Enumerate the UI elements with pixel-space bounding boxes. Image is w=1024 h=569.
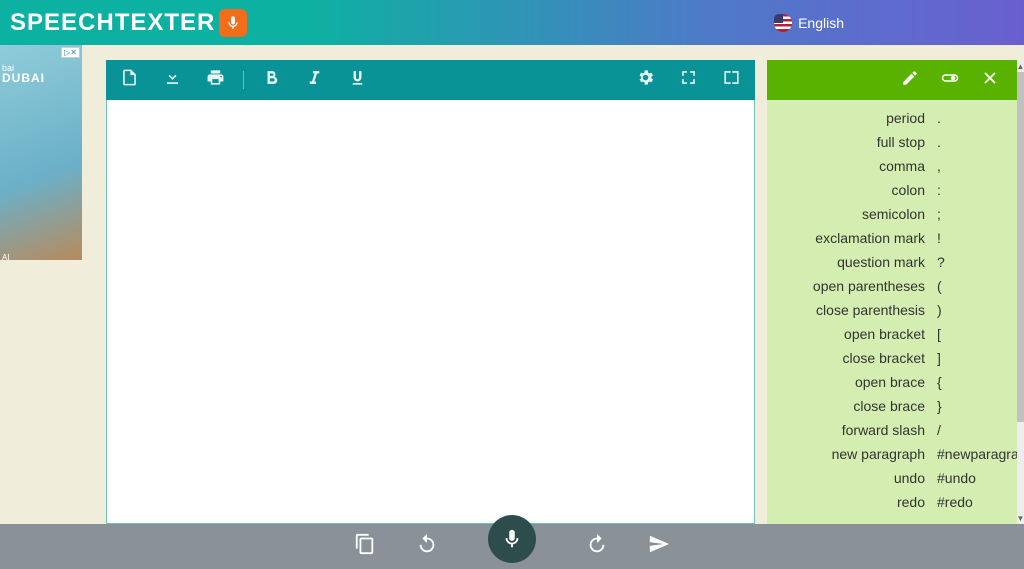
- command-row: open bracket[: [773, 322, 1011, 346]
- print-icon[interactable]: [206, 68, 225, 92]
- reader-icon[interactable]: [722, 68, 741, 92]
- command-value: .: [931, 134, 1011, 150]
- command-row: new paragraph#newparagraph: [773, 442, 1011, 466]
- bold-icon[interactable]: [262, 68, 281, 92]
- command-name: close brace: [773, 398, 931, 414]
- command-row: undo#undo: [773, 466, 1011, 490]
- command-name: semicolon: [773, 206, 931, 222]
- command-row: question mark?: [773, 250, 1011, 274]
- command-value: .: [931, 110, 1011, 126]
- flag-icon: [774, 14, 792, 32]
- command-row: full stop.: [773, 130, 1011, 154]
- command-name: close bracket: [773, 350, 931, 366]
- command-row: colon:: [773, 178, 1011, 202]
- command-value: {: [931, 374, 1011, 390]
- command-name: close parenthesis: [773, 302, 931, 318]
- app-name: SPEECHTEXTER: [10, 9, 215, 37]
- toolbar-separator: [243, 71, 244, 89]
- command-name: forward slash: [773, 422, 931, 438]
- command-name: full stop: [773, 134, 931, 150]
- command-value: #undo: [931, 470, 1011, 486]
- command-name: open brace: [773, 374, 931, 390]
- language-selector[interactable]: English: [774, 14, 844, 32]
- underline-icon[interactable]: [348, 68, 367, 92]
- command-value: ;: [931, 206, 1011, 222]
- send-icon[interactable]: [648, 533, 670, 560]
- command-value: (: [931, 278, 1011, 294]
- record-button[interactable]: [488, 515, 536, 563]
- fullscreen-icon[interactable]: [679, 68, 698, 92]
- language-label: English: [798, 15, 844, 31]
- command-value: [: [931, 326, 1011, 342]
- command-row: comma,: [773, 154, 1011, 178]
- edit-icon[interactable]: [901, 69, 919, 92]
- redo-icon[interactable]: [586, 533, 608, 560]
- app-logo: SPEECHTEXTER: [10, 9, 247, 37]
- scroll-thumb[interactable]: [1017, 72, 1024, 422]
- command-row: semicolon;: [773, 202, 1011, 226]
- scroll-down-icon[interactable]: ▼: [1017, 512, 1024, 524]
- close-icon[interactable]: [981, 69, 999, 92]
- scroll-up-icon[interactable]: ▲: [1017, 60, 1024, 72]
- ad-corner: AI: [2, 253, 10, 262]
- command-row: close parenthesis): [773, 298, 1011, 322]
- command-value: #redo: [931, 494, 1011, 510]
- sidebar-toolbar: [767, 60, 1017, 100]
- logo-mic-icon: [219, 9, 247, 37]
- command-name: open parentheses: [773, 278, 931, 294]
- mic-icon: [501, 528, 523, 550]
- command-name: new paragraph: [773, 446, 931, 462]
- command-value: ): [931, 302, 1011, 318]
- command-value: /: [931, 422, 1011, 438]
- footer-bar: [0, 524, 1024, 569]
- command-row: close brace}: [773, 394, 1011, 418]
- command-value: ?: [931, 254, 1011, 270]
- toggle-icon[interactable]: [941, 69, 959, 92]
- command-row: close bracket]: [773, 346, 1011, 370]
- command-value: :: [931, 182, 1011, 198]
- italic-icon[interactable]: [305, 68, 324, 92]
- text-editor[interactable]: [106, 100, 755, 524]
- editor-panel: [106, 60, 755, 524]
- sidebar-scrollbar[interactable]: ▲ ▼: [1017, 60, 1024, 524]
- commands-sidebar: period.full stop.comma,colon:semicolon;e…: [767, 60, 1017, 524]
- command-row: open brace{: [773, 370, 1011, 394]
- editor-toolbar: [106, 60, 755, 100]
- command-value: }: [931, 398, 1011, 414]
- copy-icon[interactable]: [354, 533, 376, 560]
- command-name: period: [773, 110, 931, 126]
- new-doc-icon[interactable]: [120, 68, 139, 92]
- command-row: open parentheses(: [773, 274, 1011, 298]
- command-name: exclamation mark: [773, 230, 931, 246]
- command-name: comma: [773, 158, 931, 174]
- command-row: redo#redo: [773, 490, 1011, 514]
- command-row: exclamation mark!: [773, 226, 1011, 250]
- command-name: redo: [773, 494, 931, 510]
- command-value: #newparagraph: [931, 446, 1011, 462]
- adchoice-icon[interactable]: ▷✕: [61, 47, 80, 58]
- command-name: undo: [773, 470, 931, 486]
- command-row: forward slash/: [773, 418, 1011, 442]
- command-value: ]: [931, 350, 1011, 366]
- command-name: colon: [773, 182, 931, 198]
- command-row: period.: [773, 106, 1011, 130]
- command-name: question mark: [773, 254, 931, 270]
- ad-title: DUBAI: [2, 71, 45, 85]
- command-name: open bracket: [773, 326, 931, 342]
- undo-icon[interactable]: [416, 533, 438, 560]
- command-value: !: [931, 230, 1011, 246]
- ad-banner[interactable]: ▷✕ bai DUBAI AI: [0, 45, 82, 260]
- app-header: SPEECHTEXTER English: [0, 0, 1024, 45]
- command-value: ,: [931, 158, 1011, 174]
- download-icon[interactable]: [163, 68, 182, 92]
- settings-icon[interactable]: [636, 68, 655, 92]
- commands-list: period.full stop.comma,colon:semicolon;e…: [767, 100, 1017, 524]
- main-content: ▷✕ bai DUBAI AI period.full stop.comma,c…: [0, 45, 1024, 524]
